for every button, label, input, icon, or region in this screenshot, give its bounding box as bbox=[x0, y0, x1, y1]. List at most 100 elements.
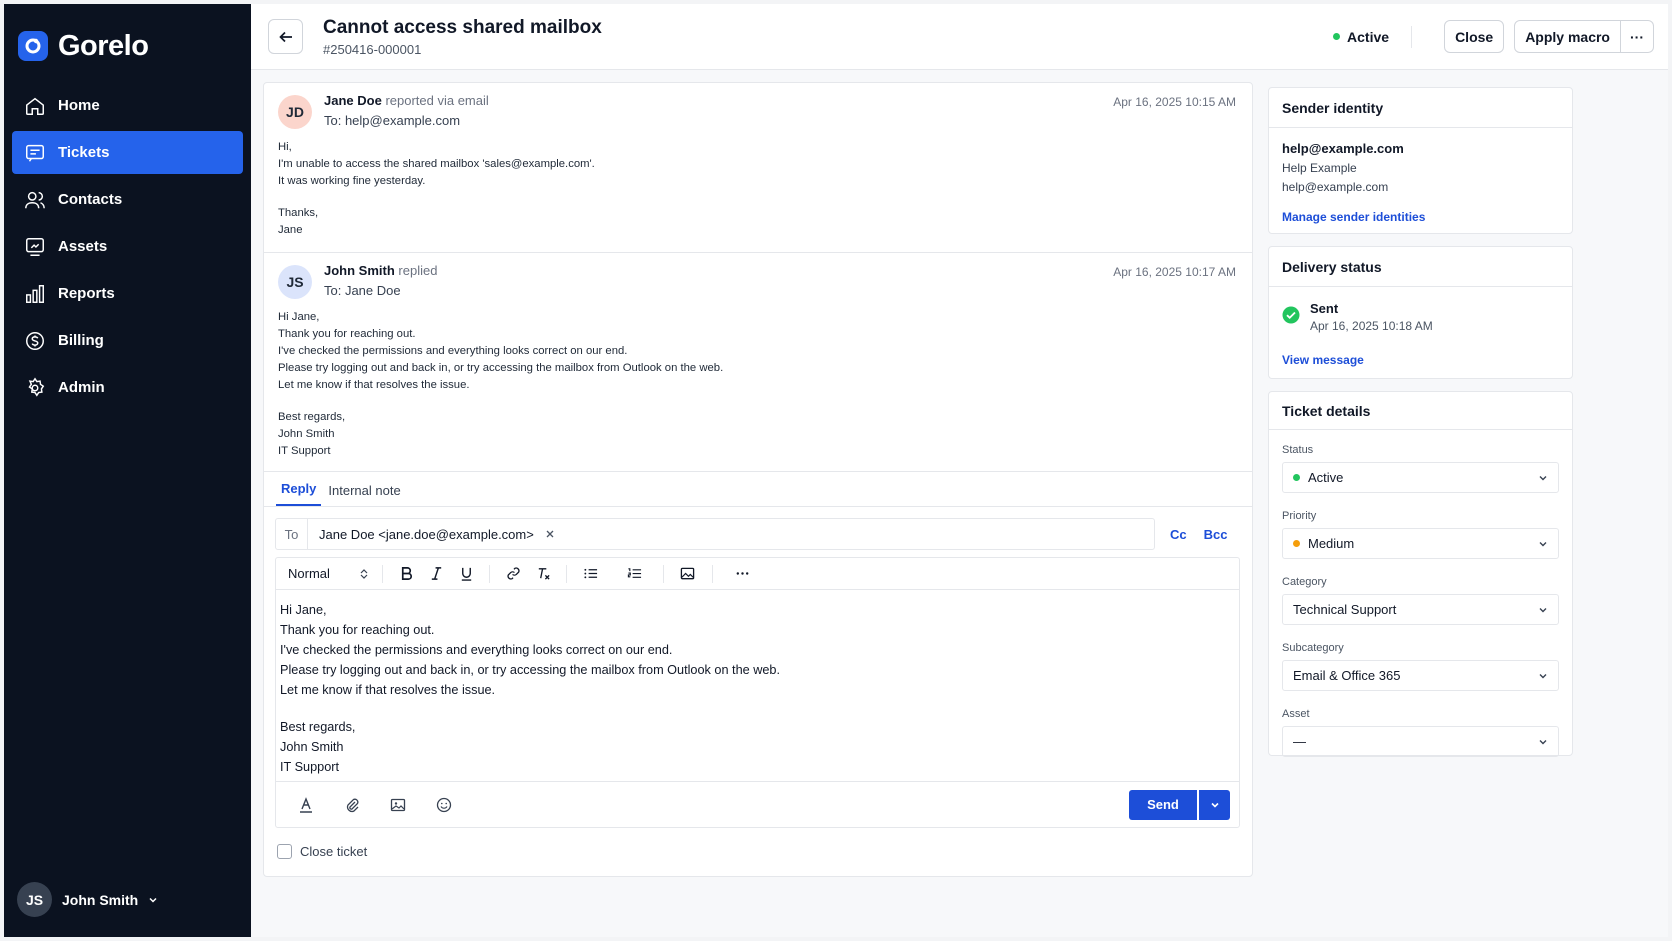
editor-footer: Send bbox=[276, 781, 1239, 827]
asset-field-label: Asset bbox=[1282, 708, 1310, 720]
asset-select[interactable]: — bbox=[1282, 726, 1559, 757]
subcategory-field-label: Subcategory bbox=[1282, 642, 1344, 654]
message-recipient: To: Jane Doe bbox=[324, 283, 401, 298]
identity-name: Help Example bbox=[1282, 161, 1357, 175]
check-circle-icon bbox=[1282, 306, 1300, 324]
sidebar-item-admin[interactable]: Admin bbox=[12, 366, 243, 409]
format-select[interactable]: Normal bbox=[288, 566, 374, 581]
message-body: Hi, I'm unable to access the shared mail… bbox=[278, 139, 1238, 239]
sidebar-item-assets[interactable]: Assets bbox=[12, 225, 243, 268]
category-select[interactable]: Technical Support bbox=[1282, 594, 1559, 625]
send-button[interactable]: Send bbox=[1129, 789, 1197, 820]
more-actions-button[interactable]: ··· bbox=[1621, 20, 1654, 53]
sender-name: Jane Doe bbox=[324, 93, 382, 108]
message-sender: Jane Doe reported via email bbox=[324, 93, 489, 108]
format-value: Normal bbox=[288, 566, 330, 581]
close-button[interactable]: Close bbox=[1444, 20, 1505, 53]
assets-icon bbox=[26, 237, 44, 256]
priority-field-label: Priority bbox=[1282, 510, 1317, 522]
italic-icon bbox=[431, 567, 441, 580]
status-label: Active bbox=[1347, 28, 1390, 45]
sidebar-item-label: Reports bbox=[58, 285, 115, 302]
priority-select[interactable]: Medium bbox=[1282, 528, 1559, 559]
app-window: Gorelo Home Tickets Contacts Assets Repo… bbox=[4, 4, 1668, 937]
image-icon bbox=[390, 798, 406, 811]
conversation-panel: JD Jane Doe reported via email To: help@… bbox=[263, 82, 1253, 877]
main-content: Cannot access shared mailbox #250416-000… bbox=[251, 4, 1668, 937]
ticket-icon bbox=[26, 144, 44, 162]
checkbox[interactable] bbox=[277, 844, 292, 859]
view-message-link[interactable]: View message bbox=[1282, 353, 1559, 367]
italic-button[interactable] bbox=[421, 561, 451, 587]
sidebar-nav: Home Tickets Contacts Assets Reports Bil… bbox=[4, 84, 251, 409]
delivery-time: Apr 16, 2025 10:18 AM bbox=[1310, 319, 1433, 333]
emoji-button[interactable] bbox=[426, 790, 462, 820]
body-line: Jane bbox=[278, 224, 303, 236]
sidebar-item-tickets[interactable]: Tickets bbox=[12, 131, 243, 174]
identity-address: help@example.com bbox=[1282, 180, 1389, 194]
arrow-left-icon bbox=[278, 31, 292, 42]
recipient-chip: Jane Doe <jane.doe@example.com> bbox=[319, 527, 555, 542]
manage-sender-identities-link[interactable]: Manage sender identities bbox=[1282, 210, 1559, 224]
chevron-down-icon bbox=[1539, 739, 1547, 744]
more-format-button[interactable] bbox=[727, 561, 757, 587]
send-options-button[interactable] bbox=[1199, 789, 1230, 820]
close-icon[interactable] bbox=[545, 529, 555, 539]
tab-internal-note[interactable]: Internal note bbox=[323, 483, 405, 506]
priority-dot-icon bbox=[1293, 540, 1300, 547]
apply-macro-button[interactable]: Apply macro bbox=[1514, 20, 1621, 53]
reply-body-input[interactable]: Hi Jane, Thank you for reaching out. I'v… bbox=[276, 590, 1239, 787]
numbered-list-button[interactable] bbox=[619, 561, 649, 587]
numbered-list-icon bbox=[627, 568, 641, 578]
body-line: IT Support bbox=[278, 445, 331, 457]
bulleted-list-button[interactable] bbox=[575, 561, 605, 587]
status-dot-icon bbox=[1293, 474, 1300, 481]
send-button-group: Send bbox=[1129, 789, 1230, 820]
text-color-button[interactable] bbox=[288, 790, 324, 820]
sidebar-item-home[interactable]: Home bbox=[12, 84, 243, 127]
close-ticket-checkbox[interactable]: Close ticket bbox=[277, 844, 367, 859]
link-icon bbox=[506, 567, 520, 580]
bcc-button[interactable]: Bcc bbox=[1204, 527, 1228, 542]
chevron-down-icon bbox=[1210, 802, 1219, 808]
link-button[interactable] bbox=[498, 561, 528, 587]
cc-button[interactable]: Cc bbox=[1170, 527, 1187, 542]
body-line: I've checked the permissions and everyth… bbox=[280, 643, 673, 657]
chevron-down-icon bbox=[149, 897, 157, 903]
subcategory-select[interactable]: Email & Office 365 bbox=[1282, 660, 1559, 691]
bold-button[interactable] bbox=[391, 561, 421, 587]
body-line: Best regards, bbox=[278, 411, 346, 423]
chevron-down-icon bbox=[1539, 541, 1547, 546]
chevron-down-icon bbox=[1539, 607, 1547, 612]
sidebar-item-contacts[interactable]: Contacts bbox=[12, 178, 243, 221]
underline-icon bbox=[461, 567, 471, 581]
sidebar-item-billing[interactable]: Billing bbox=[12, 319, 243, 362]
tab-reply[interactable]: Reply bbox=[276, 481, 322, 506]
sidebar-item-reports[interactable]: Reports bbox=[12, 272, 243, 315]
bullet-list-icon bbox=[583, 568, 597, 579]
message-action: reported via email bbox=[385, 93, 489, 108]
avatar: JD bbox=[278, 95, 312, 129]
asset-value: — bbox=[1293, 734, 1306, 749]
insert-image-button[interactable] bbox=[380, 790, 416, 820]
back-button[interactable] bbox=[268, 19, 303, 54]
status-select[interactable]: Active bbox=[1282, 462, 1559, 493]
paperclip-icon bbox=[346, 798, 359, 812]
clear-format-button[interactable] bbox=[528, 561, 558, 587]
message-timestamp: Apr 16, 2025 10:15 AM bbox=[1113, 95, 1236, 109]
card-title: Sender identity bbox=[1269, 88, 1572, 128]
header-actions: Active Close Apply macro ··· bbox=[1333, 20, 1654, 53]
body-line: Please try logging out and back in, or t… bbox=[280, 663, 781, 677]
editor-toolbar: Normal bbox=[276, 558, 1239, 590]
user-menu[interactable]: JS John Smith bbox=[17, 882, 158, 917]
attach-button[interactable] bbox=[334, 790, 370, 820]
sender-name: John Smith bbox=[324, 263, 395, 278]
underline-button[interactable] bbox=[451, 561, 481, 587]
card-title: Delivery status bbox=[1269, 247, 1572, 287]
message-timestamp: Apr 16, 2025 10:17 AM bbox=[1113, 265, 1236, 279]
sender-identity-card: Sender identity help@example.com Help Ex… bbox=[1268, 87, 1573, 234]
priority-value: Medium bbox=[1308, 536, 1355, 551]
details-rail: Sender identity help@example.com Help Ex… bbox=[1268, 82, 1573, 768]
to-field[interactable]: To Jane Doe <jane.doe@example.com> bbox=[275, 518, 1155, 550]
insert-image-button[interactable] bbox=[672, 561, 702, 587]
